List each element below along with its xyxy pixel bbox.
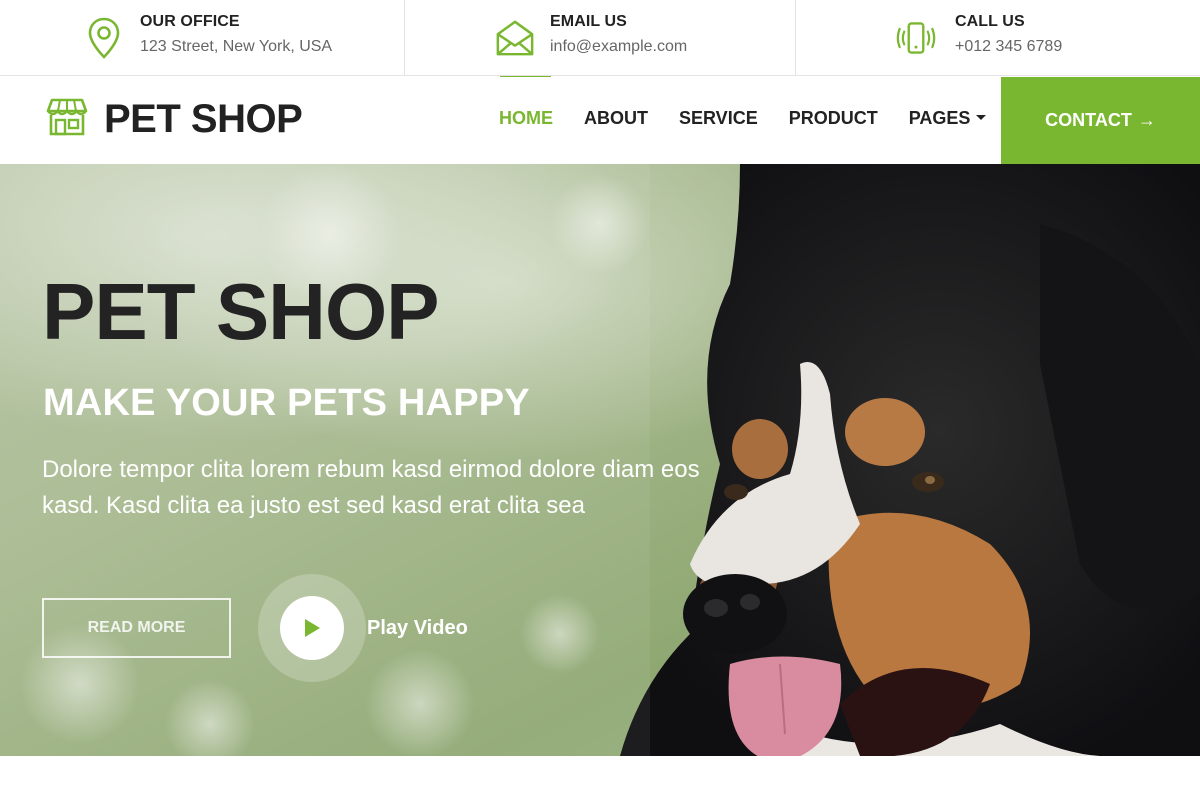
nav-home[interactable]: HOME: [499, 108, 553, 129]
arrow-right-icon: →: [1137, 110, 1156, 130]
contact-button[interactable]: CONTACT →: [1001, 77, 1200, 164]
call-label: CALL US: [955, 13, 1025, 30]
play-icon: [305, 619, 320, 637]
office-info: OUR OFFICE 123 Street, New York, USA: [0, 0, 405, 76]
play-button-circle: [280, 596, 344, 660]
map-pin-icon: [84, 16, 124, 60]
contact-label: CONTACT: [1045, 110, 1132, 130]
office-label: OUR OFFICE: [140, 13, 240, 30]
nav-product[interactable]: PRODUCT: [789, 108, 878, 129]
read-more-button[interactable]: READ MORE: [42, 598, 231, 658]
phone-number[interactable]: +012 345 6789: [955, 38, 1062, 56]
nav-menu: HOME ABOUT SERVICE PRODUCT PAGES: [499, 108, 1017, 129]
main-navbar: PET SHOP HOME ABOUT SERVICE PRODUCT PAGE…: [0, 77, 1200, 164]
phone-info: CALL US +012 345 6789: [796, 0, 1200, 76]
nav-pages-label: PAGES: [908, 108, 971, 128]
nav-about[interactable]: ABOUT: [584, 108, 648, 129]
brand-name: PET SHOP: [104, 97, 303, 141]
hero-subtitle: MAKE YOUR PETS HAPPY: [43, 382, 530, 424]
nav-service[interactable]: SERVICE: [679, 108, 758, 129]
contact-info-bar: OUR OFFICE 123 Street, New York, USA EMA…: [0, 0, 1200, 80]
hero-title: PET SHOP: [42, 267, 440, 356]
email-info: EMAIL US info@example.com: [405, 0, 796, 80]
play-video-label[interactable]: Play Video: [367, 617, 468, 640]
caret-down-icon: [976, 114, 987, 120]
envelope-icon: [495, 16, 535, 60]
phone-vibrate-icon: [896, 16, 936, 60]
hero-description: Dolore tempor clita lorem rebum kasd eir…: [42, 456, 700, 519]
brand-logo[interactable]: PET SHOP: [46, 97, 303, 142]
nav-pages-dropdown[interactable]: PAGES: [909, 108, 987, 129]
play-video-button[interactable]: [258, 574, 366, 682]
storefront-icon: [46, 97, 88, 142]
hero-banner: PET SHOP MAKE YOUR PETS HAPPY Dolore tem…: [0, 164, 1200, 756]
office-address: 123 Street, New York, USA: [140, 38, 333, 55]
email-address[interactable]: info@example.com: [550, 38, 687, 56]
email-label: EMAIL US: [550, 13, 627, 30]
